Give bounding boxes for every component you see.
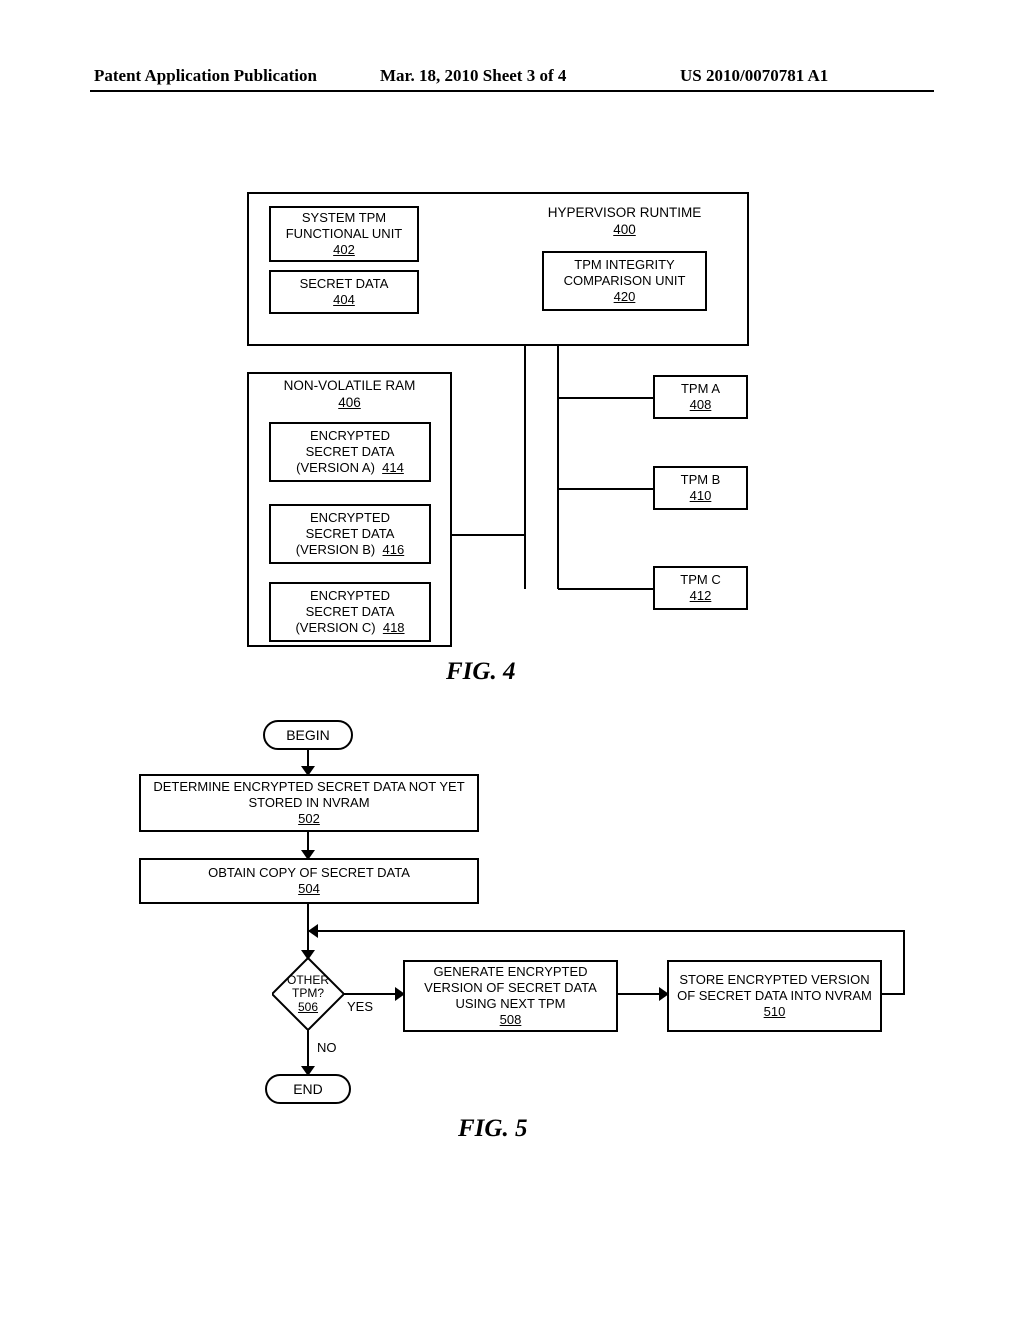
l2: TPM? — [292, 987, 324, 1000]
ref: 418 — [383, 620, 405, 635]
ref: 402 — [333, 242, 355, 258]
system-tpm-functional-unit-box: SYSTEM TPM FUNCTIONAL UNIT 402 — [269, 206, 419, 262]
connector — [452, 534, 525, 536]
ref: 406 — [338, 395, 361, 410]
l1: ENCRYPTED — [310, 510, 390, 526]
ref: 504 — [298, 881, 320, 897]
encrypted-secret-data-c-box: ENCRYPTED SECRET DATA (VERSION C) 418 — [269, 582, 431, 642]
tpm-integrity-comparison-unit-box: TPM INTEGRITY COMPARISON UNIT 420 — [542, 251, 707, 311]
encrypted-secret-data-a-box: ENCRYPTED SECRET DATA (VERSION A) 414 — [269, 422, 431, 482]
ref: 404 — [333, 292, 355, 308]
connector — [903, 930, 905, 966]
l3: (VERSION B) — [296, 542, 375, 557]
connector — [524, 346, 526, 589]
l2: SECRET DATA — [306, 444, 395, 460]
text: TPM B — [681, 472, 721, 488]
connector — [618, 993, 663, 995]
encrypted-secret-data-b-box: ENCRYPTED SECRET DATA (VERSION B) 416 — [269, 504, 431, 564]
no-label: NO — [317, 1040, 337, 1055]
figure-4-caption: FIG. 4 — [446, 658, 515, 686]
text: BEGIN — [286, 727, 330, 743]
l2: SECRET DATA — [306, 604, 395, 620]
text: TPM A — [681, 381, 720, 397]
ref: 408 — [690, 397, 712, 413]
ref: 508 — [500, 1012, 522, 1028]
connector — [882, 993, 905, 995]
figure-5-caption: FIG. 5 — [458, 1115, 527, 1143]
ref: 510 — [764, 1004, 786, 1020]
ref: 416 — [383, 542, 405, 557]
begin-terminator: BEGIN — [263, 720, 353, 750]
connector — [308, 930, 905, 932]
text: SYSTEM TPM FUNCTIONAL UNIT — [277, 210, 411, 243]
l3: (VERSION C) — [295, 620, 375, 635]
ref: 400 — [613, 222, 636, 237]
connector — [558, 588, 653, 590]
ref: 420 — [614, 289, 636, 305]
text: HYPERVISOR RUNTIME — [548, 205, 702, 220]
text: GENERATE ENCRYPTED VERSION OF SECRET DAT… — [411, 964, 610, 1013]
nvram-label: NON-VOLATILE RAM 406 — [247, 378, 452, 412]
ref: 414 — [382, 460, 404, 475]
text: STORE ENCRYPTED VERSION OF SECRET DATA I… — [675, 972, 874, 1005]
text: TPM C — [680, 572, 720, 588]
l2: SECRET DATA — [306, 526, 395, 542]
tpm-c-box: TPM C 412 — [653, 566, 748, 610]
connector — [558, 488, 653, 490]
ref: 506 — [298, 1001, 318, 1014]
text: OBTAIN COPY OF SECRET DATA — [208, 865, 410, 881]
header-left: Patent Application Publication — [94, 66, 317, 86]
ref: 412 — [690, 588, 712, 604]
ref: 410 — [690, 488, 712, 504]
text: SECRET DATA — [300, 276, 389, 292]
connector — [903, 966, 905, 995]
step-504-box: OBTAIN COPY OF SECRET DATA 504 — [139, 858, 479, 904]
step-510-box: STORE ENCRYPTED VERSION OF SECRET DATA I… — [667, 960, 882, 1032]
text: NON-VOLATILE RAM — [284, 378, 416, 393]
end-terminator: END — [265, 1074, 351, 1104]
header-divider — [90, 90, 934, 92]
header-right: US 2010/0070781 A1 — [680, 66, 828, 86]
arrowhead-icon — [308, 924, 318, 938]
yes-label: YES — [347, 999, 373, 1014]
connector — [307, 1030, 309, 1070]
l1: ENCRYPTED — [310, 428, 390, 444]
ref: 502 — [298, 811, 320, 827]
secret-data-box: SECRET DATA 404 — [269, 270, 419, 314]
l3: (VERSION A) — [296, 460, 375, 475]
hypervisor-runtime-label: HYPERVISOR RUNTIME 400 — [522, 205, 727, 239]
step-502-box: DETERMINE ENCRYPTED SECRET DATA NOT YET … — [139, 774, 479, 832]
text: TPM INTEGRITY COMPARISON UNIT — [550, 257, 699, 290]
connector — [344, 993, 399, 995]
text: DETERMINE ENCRYPTED SECRET DATA NOT YET … — [147, 779, 471, 812]
text: END — [293, 1081, 323, 1097]
tpm-a-box: TPM A 408 — [653, 375, 748, 419]
step-508-box: GENERATE ENCRYPTED VERSION OF SECRET DAT… — [403, 960, 618, 1032]
decision-506-diamond: OTHER TPM? 506 — [272, 958, 344, 1030]
tpm-b-box: TPM B 410 — [653, 466, 748, 510]
header-mid: Mar. 18, 2010 Sheet 3 of 4 — [380, 66, 566, 86]
connector — [557, 346, 559, 589]
l1: ENCRYPTED — [310, 588, 390, 604]
connector — [558, 397, 653, 399]
